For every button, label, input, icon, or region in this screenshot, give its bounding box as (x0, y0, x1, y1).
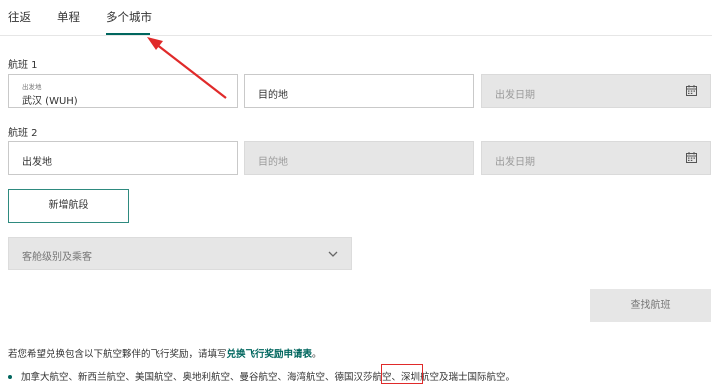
tab-multi-city[interactable]: 多个城市 (106, 9, 152, 25)
add-segment-button[interactable]: 新增航段 (8, 189, 129, 223)
calendar-icon (686, 85, 697, 96)
partner-airlines-item: 加拿大航空、新西兰航空、美国航空、奥地利航空、曼谷航空、海湾航空、德国汉莎航空、… (8, 369, 515, 383)
origin-small-label: 出发地 (22, 83, 42, 91)
search-flights-button[interactable]: 查找航班 (590, 289, 711, 322)
notice-prefix: 若您希望兑换包含以下航空夥伴的飞行奖励，请填写 (8, 349, 227, 360)
date-placeholder: 出发日期 (495, 90, 535, 101)
highlight-box-annotation (381, 364, 423, 384)
flight-2-destination-field[interactable]: 目的地 (244, 141, 474, 175)
flight-1-origin-field[interactable]: 出发地 武汉 (WUH) (8, 74, 238, 108)
origin-value: 武汉 (WUH) (22, 96, 78, 107)
partners-text-before: 加拿大航空、新西兰航空、美国航空、奥地利航空、曼谷航空、海湾航空、德国汉莎航空、 (21, 372, 402, 383)
partners-text-after: 及瑞士国际航空。 (439, 372, 516, 383)
redemption-notice: 若您希望兑换包含以下航空夥伴的飞行奖励，请填写兑换飞行奖励申请表。 (8, 346, 322, 360)
tab-round-trip[interactable]: 往返 (8, 9, 31, 25)
bullet-icon (8, 374, 12, 379)
date-placeholder: 出发日期 (495, 157, 535, 168)
chevron-down-icon (328, 251, 338, 257)
destination-placeholder: 目的地 (258, 157, 288, 168)
notice-suffix: 。 (312, 349, 322, 360)
flight-1-date-field[interactable]: 出发日期 (481, 74, 711, 108)
flight-1-destination-field[interactable]: 目的地 (244, 74, 474, 108)
flight-2-origin-field[interactable]: 出发地 (8, 141, 238, 175)
cabin-passengers-select[interactable]: 客舱级别及乘客 (8, 237, 352, 270)
flight-1-label: 航班 1 (8, 60, 38, 71)
flight-2-date-field[interactable]: 出发日期 (481, 141, 711, 175)
active-tab-indicator (106, 33, 150, 35)
cabin-placeholder: 客舱级别及乘客 (22, 252, 92, 263)
trip-type-tabs: 往返 单程 多个城市 (0, 0, 712, 36)
tab-one-way[interactable]: 单程 (57, 9, 80, 25)
flight-2-label: 航班 2 (8, 128, 38, 139)
origin-placeholder: 出发地 (22, 157, 52, 168)
destination-placeholder: 目的地 (258, 90, 288, 101)
redemption-form-link[interactable]: 兑换飞行奖励申请表 (227, 349, 313, 360)
calendar-icon (686, 152, 697, 163)
